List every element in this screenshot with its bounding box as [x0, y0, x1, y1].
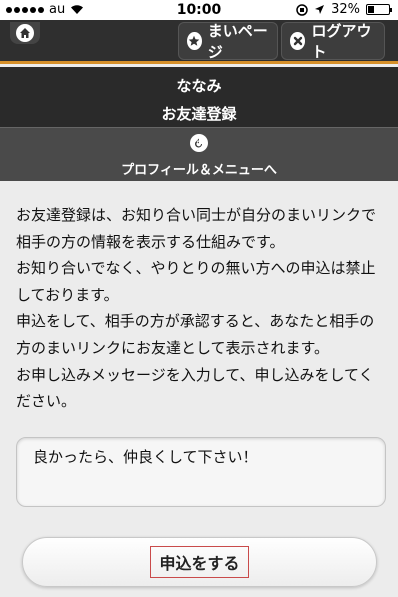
message-input[interactable]: 良かったら、仲良くして下さい！: [16, 437, 386, 507]
logout-label: ログアウト: [311, 22, 372, 61]
close-icon: [290, 32, 306, 50]
battery-percent: 32%: [331, 2, 360, 17]
page-title: お友達登録: [161, 105, 237, 123]
submit-label: 申込をする: [150, 546, 249, 578]
status-right: 32%: [296, 2, 392, 17]
rotation-lock-icon: [296, 3, 308, 16]
back-arrow-icon: [190, 134, 208, 152]
home-button[interactable]: [10, 22, 40, 44]
location-icon: [315, 5, 325, 14]
star-icon: [187, 32, 202, 50]
logout-button[interactable]: ログアウト: [281, 22, 385, 61]
status-bar: au 10:00 32%: [0, 0, 398, 20]
back-to-profile-button[interactable]: プロフィール＆メニューへ: [0, 127, 398, 181]
profile-header: ななみ お友達登録: [0, 67, 398, 127]
submit-button[interactable]: 申込をする: [22, 537, 377, 587]
top-navigation: まいページ ログアウト: [0, 20, 398, 64]
battery-icon: [366, 4, 392, 15]
description-text: お友達登録は、お知り合い同士が自分のまいリンクで相手の方の情報を表示する仕組みで…: [16, 206, 377, 411]
mypage-label: まいページ: [207, 22, 268, 61]
profile-name: ななみ: [176, 77, 222, 95]
back-to-profile-label: プロフィール＆メニューへ: [121, 163, 277, 178]
mypage-button[interactable]: まいページ: [178, 22, 278, 61]
home-icon: [16, 24, 34, 42]
